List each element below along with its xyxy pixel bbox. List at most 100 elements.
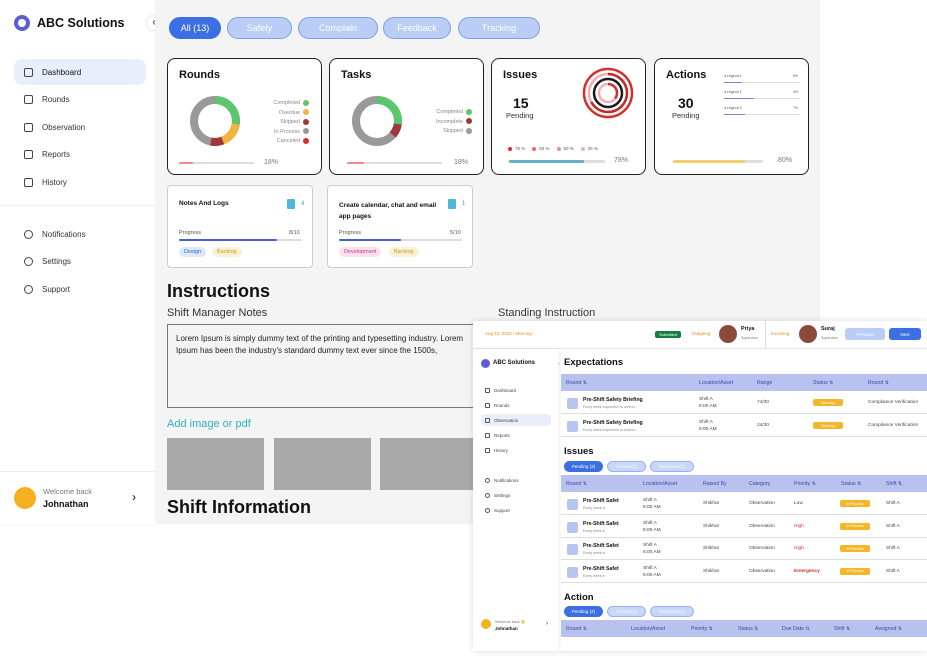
filter-tab-tracking[interactable]: Tracking xyxy=(458,17,540,39)
column-header[interactable]: Location/Asset xyxy=(643,481,677,487)
sidebar-item-observation[interactable]: Observation xyxy=(14,114,146,140)
user-menu-button[interactable]: › xyxy=(132,490,136,504)
table-row[interactable]: Pre-Shift Safety Briefing Every week insp… xyxy=(561,392,927,414)
column-header[interactable]: Shift ⇅ xyxy=(886,481,902,487)
column-header[interactable]: Round ⇅ xyxy=(566,481,587,487)
user-menu-button[interactable]: › xyxy=(546,621,548,627)
next-button[interactable]: Next xyxy=(889,328,921,340)
sidebar-item-settings[interactable]: Settings xyxy=(14,249,146,275)
issues-percent: 78% xyxy=(614,157,629,164)
nav-label: History xyxy=(494,447,509,453)
location: Shift A xyxy=(699,420,713,425)
legend-label: Incomplete xyxy=(436,118,463,125)
rounds-card[interactable]: Rounds Completed Overdue Skipped In Process… xyxy=(167,58,322,175)
mini-nav-reports[interactable]: Reports xyxy=(481,429,551,441)
filter-tab-complain[interactable]: Complain xyxy=(298,17,378,39)
status-badge: In Process xyxy=(840,567,870,575)
sidebar-item-history[interactable]: History xyxy=(14,169,146,195)
add-image-link[interactable]: Add image or pdf xyxy=(167,418,251,430)
sidebar-item-dashboard[interactable]: Dashboard xyxy=(14,59,146,85)
column-header[interactable]: Status ⇅ xyxy=(738,626,759,632)
mini-nav-history[interactable]: History xyxy=(481,444,551,456)
column-header[interactable]: Location/Asset xyxy=(631,626,665,632)
nav-icon xyxy=(485,387,490,393)
tab-pending[interactable]: Pending (2) xyxy=(564,461,603,472)
priority: High xyxy=(794,523,804,529)
legend-bar xyxy=(724,114,800,115)
note-count: 1 xyxy=(462,201,466,207)
column-header[interactable]: Round ⇅ xyxy=(566,380,587,386)
sidebar-item-support[interactable]: Support xyxy=(14,276,146,302)
round: Compliance Verification xyxy=(868,400,919,405)
sidebar-item-label: Reports xyxy=(42,150,71,159)
note-card[interactable]: Notes And Logs 4 Progress 8/10 Design Ba… xyxy=(167,185,313,268)
legend-swatch xyxy=(466,118,472,125)
sidebar-item-rounds[interactable]: Rounds xyxy=(14,87,146,113)
shift-notes-label: Shift Manager Notes xyxy=(167,307,268,319)
column-header[interactable]: Category xyxy=(749,481,770,487)
column-header[interactable]: Status ⇅ xyxy=(841,481,862,487)
tab-resolved[interactable]: Resolved (2) xyxy=(650,606,694,617)
filter-tab-feedback[interactable]: Feedback xyxy=(383,17,451,39)
row-subtitle: Every week in xyxy=(583,573,606,578)
sidebar-item-reports[interactable]: Reports xyxy=(14,142,146,168)
column-header[interactable]: Range xyxy=(757,380,772,386)
table-row[interactable]: Pre-Shift Safet Every week in Shift A 6:00 … xyxy=(561,561,927,583)
mini-nav-observation[interactable]: Observation xyxy=(481,414,551,426)
table-row[interactable]: Pre-Shift Safety Briefing Every week insp… xyxy=(561,415,927,437)
column-header[interactable]: Location/Asset xyxy=(699,380,733,386)
category: Observation xyxy=(749,523,775,529)
mini-nav-rounds[interactable]: Rounds xyxy=(481,399,551,411)
column-header[interactable]: Priority ⇅ xyxy=(691,626,713,632)
column-header[interactable]: Due Date ⇅ xyxy=(782,626,810,632)
legend-item: 50 % xyxy=(532,146,550,151)
previous-button[interactable]: Previous xyxy=(845,328,885,340)
tab-resolved[interactable]: Resolved (2) xyxy=(650,461,694,472)
mini-nav-support[interactable]: Support xyxy=(481,504,551,516)
sidebar-item-notifications[interactable]: Notifications xyxy=(14,221,146,247)
tab-solved[interactable]: Solved (3) xyxy=(607,606,646,617)
column-header[interactable]: Priority ⇅ xyxy=(794,481,816,487)
filter-tab-all[interactable]: All (13) xyxy=(169,17,221,39)
row-title: Pre-Shift Safet xyxy=(583,520,619,527)
actions-card[interactable]: Actions 30 Pending 80% ● Legend 1 5% ● Leg… xyxy=(654,58,809,175)
mini-nav-settings[interactable]: Settings xyxy=(481,489,551,501)
note-progress-bar xyxy=(339,239,462,241)
column-header[interactable]: Status ⇅ xyxy=(813,380,834,386)
column-header[interactable]: Assigned ⇅ xyxy=(875,626,902,632)
mini-nav-notifications[interactable]: Notifications xyxy=(481,474,551,486)
table-row[interactable]: Pre-Shift Safet Every week in Shift A 6:00 … xyxy=(561,493,927,515)
actions-progress-bar xyxy=(673,160,763,163)
legend-label: Completed xyxy=(436,109,463,115)
tab-pending[interactable]: Pending (2) xyxy=(564,606,603,617)
column-header[interactable]: Round ⇅ xyxy=(566,626,587,632)
issues-card[interactable]: Issues 15 Pending 75 % 50 % 50 % 25 % 78% xyxy=(491,58,646,175)
tag-design: Design xyxy=(179,247,207,257)
note-count: 4 xyxy=(301,201,305,207)
card-title: Issues xyxy=(503,69,538,81)
category: Observation xyxy=(749,546,775,551)
location: Shift A xyxy=(643,498,657,503)
round: Compliance Verification xyxy=(868,423,919,428)
legend-item: 25 % xyxy=(580,146,598,151)
table-row[interactable]: Pre-Shift Safet Every week in Shift A 6:00 … xyxy=(561,538,927,560)
tasks-card[interactable]: Tasks Completed Incomplete Skipped 18% xyxy=(329,58,484,175)
note-progress-bar xyxy=(179,239,302,241)
filter-tab-safety[interactable]: Safety xyxy=(227,17,292,39)
shift-notes-textarea[interactable]: Lorem Ipsum is simply dummy text of the … xyxy=(167,324,474,408)
divider xyxy=(0,471,155,472)
sidebar-item-label: Settings xyxy=(42,257,71,266)
range: 24/30 xyxy=(757,423,770,428)
legend-swatch xyxy=(556,146,561,151)
location: Shift A xyxy=(643,520,657,526)
mini-nav-dashboard[interactable]: Dashboard xyxy=(481,384,551,396)
legend-label: Completed xyxy=(273,100,300,106)
column-header[interactable]: Round ⇅ xyxy=(868,380,889,386)
column-header[interactable]: Raised By xyxy=(703,481,727,487)
tab-solved[interactable]: Solved (3) xyxy=(607,461,646,472)
note-card[interactable]: Create calendar, chat and email app page… xyxy=(327,185,473,268)
collapse-button[interactable]: ‹ xyxy=(558,361,560,367)
column-header[interactable]: Shift ⇅ xyxy=(834,626,850,632)
table-row[interactable]: Pre-Shift Safet Every week in Shift A 6:00 … xyxy=(561,516,927,538)
welcome-text: Welcome back xyxy=(43,487,93,496)
